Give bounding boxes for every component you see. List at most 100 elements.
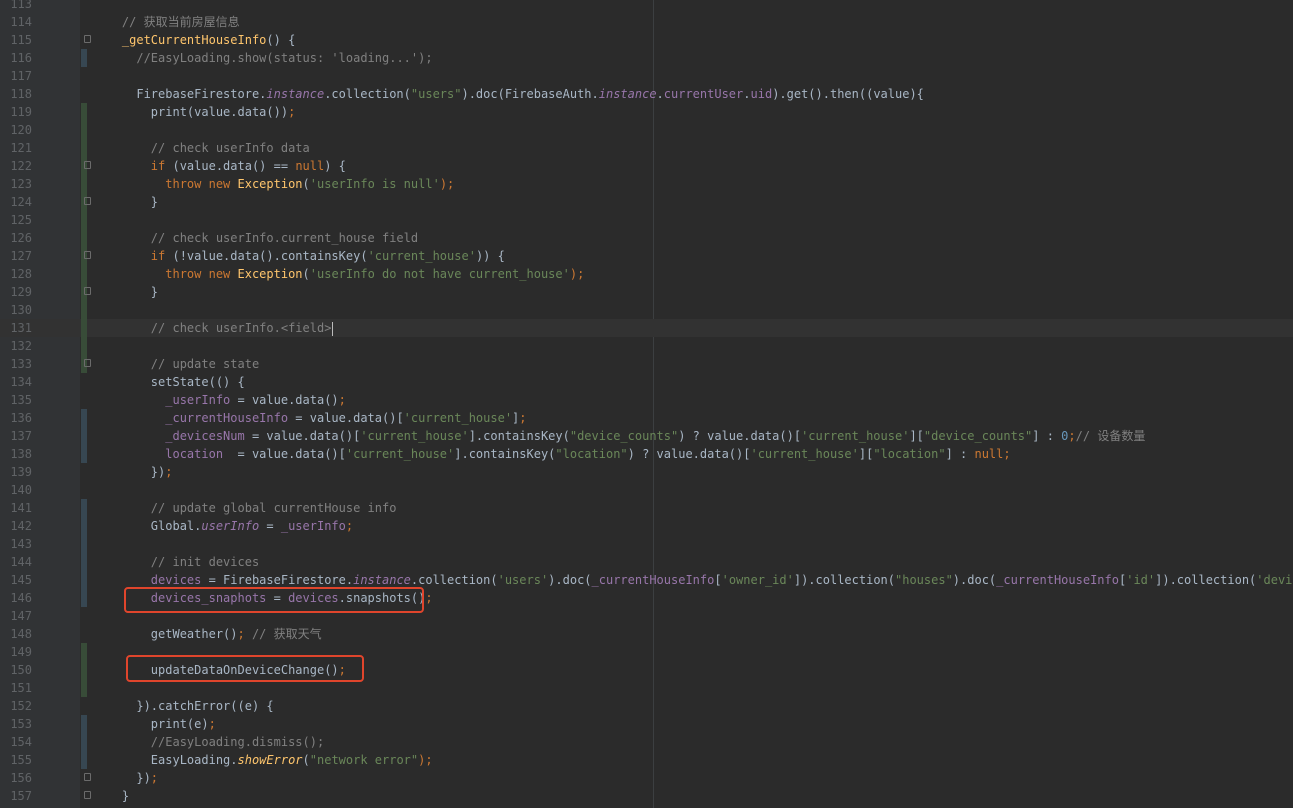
code-line-157[interactable]: 157 } [0,787,1293,805]
code-line-124[interactable]: 124 } [0,193,1293,211]
code-line-132[interactable]: 132 [0,337,1293,355]
line-number: 145 [10,573,32,587]
vcs-modified-marker[interactable] [81,499,87,517]
vcs-added-marker[interactable] [81,139,87,157]
vcs-modified-marker[interactable] [81,553,87,571]
code-line-115[interactable]: 115 _getCurrentHouseInfo() { [0,31,1293,49]
code-line-156[interactable]: 156 }); [0,769,1293,787]
code-line-117[interactable]: 117 [0,67,1293,85]
code-line-135[interactable]: 135 _userInfo = value.data(); [0,391,1293,409]
code-line-138[interactable]: 138 location = value.data()['current_hou… [0,445,1293,463]
code-token: "location" [555,447,628,461]
code-token: ].containsKey( [454,447,556,461]
vcs-added-marker[interactable] [81,661,87,679]
code-line-154[interactable]: 154 //EasyLoading.dismiss(); [0,733,1293,751]
fold-marker-icon[interactable] [84,791,91,799]
code-line-125[interactable]: 125 [0,211,1293,229]
vcs-modified-marker[interactable] [81,571,87,589]
highlight-box-devices-snapshots [124,587,424,613]
code-token: 'devices' [1256,573,1293,587]
fold-marker-icon[interactable] [84,197,91,205]
code-line-116[interactable]: 116 //EasyLoading.show(status: 'loading.… [0,49,1293,67]
vcs-modified-marker[interactable] [81,589,87,607]
vcs-modified-marker[interactable] [81,409,87,427]
code-line-123[interactable]: 123 throw new Exception('userInfo is nul… [0,175,1293,193]
vcs-added-marker[interactable] [81,319,87,337]
fold-marker-icon[interactable] [84,773,91,781]
fold-marker-icon[interactable] [84,287,91,295]
code-token: // 获取天气 [251,627,322,641]
fold-marker-icon[interactable] [84,359,91,367]
code-token: ; [1003,447,1011,461]
code-line-133[interactable]: 133 // update state [0,355,1293,373]
code-line-153[interactable]: 153 print(e); [0,715,1293,733]
code-text: _getCurrentHouseInfo() { [93,31,295,49]
vcs-modified-marker[interactable] [81,733,87,751]
vcs-modified-marker[interactable] [81,427,87,445]
code-line-122[interactable]: 122 if (value.data() == null) { [0,157,1293,175]
code-line-126[interactable]: 126 // check userInfo.current_house fiel… [0,229,1293,247]
code-line-142[interactable]: 142 Global.userInfo = _userInfo; [0,517,1293,535]
code-token: = value.data()[ [288,411,404,425]
code-line-127[interactable]: 127 if (!value.data().containsKey('curre… [0,247,1293,265]
code-line-129[interactable]: 129 } [0,283,1293,301]
code-line-131[interactable]: 131 // check userInfo.<field> [0,319,1293,337]
code-text: _userInfo = value.data(); [93,391,346,409]
code-line-155[interactable]: 155 EasyLoading.showError("network error… [0,751,1293,769]
code-line-134[interactable]: 134 setState(() { [0,373,1293,391]
vcs-modified-marker[interactable] [81,445,87,463]
vcs-modified-marker[interactable] [81,49,87,67]
vcs-modified-marker[interactable] [81,535,87,553]
line-number: 121 [10,141,32,155]
code-token: 'owner_id' [721,573,794,587]
code-text: _devicesNum = value.data()['current_hous… [93,427,1145,445]
code-line-130[interactable]: 130 [0,301,1293,319]
vcs-added-marker[interactable] [81,175,87,193]
line-number: 150 [10,663,32,677]
vcs-modified-marker[interactable] [81,751,87,769]
vcs-added-marker[interactable] [81,643,87,661]
vcs-added-marker[interactable] [81,211,87,229]
code-line-152[interactable]: 152 }).catchError((e) { [0,697,1293,715]
highlight-box-update-data [126,655,364,682]
code-line-144[interactable]: 144 // init devices [0,553,1293,571]
code-token: getWeather() [93,627,238,641]
vcs-added-marker[interactable] [81,337,87,355]
vcs-added-marker[interactable] [81,121,87,139]
code-line-141[interactable]: 141 // update global currentHouse info [0,499,1293,517]
vcs-modified-marker[interactable] [81,715,87,733]
code-line-121[interactable]: 121 // check userInfo data [0,139,1293,157]
code-token: throw new [165,177,238,191]
line-number: 148 [10,627,32,641]
code-text: // check userInfo data [93,139,310,157]
vcs-modified-marker[interactable] [81,517,87,535]
code-line-140[interactable]: 140 [0,481,1293,499]
fold-marker-icon[interactable] [84,251,91,259]
code-line-136[interactable]: 136 _currentHouseInfo = value.data()['cu… [0,409,1293,427]
vcs-added-marker[interactable] [81,229,87,247]
fold-marker-icon[interactable] [84,161,91,169]
code-token: ] : [1032,429,1062,443]
code-line-148[interactable]: 148 getWeather(); // 获取天气 [0,625,1293,643]
code-line-137[interactable]: 137 _devicesNum = value.data()['current_… [0,427,1293,445]
vcs-added-marker[interactable] [81,301,87,319]
code-line-143[interactable]: 143 [0,535,1293,553]
line-number: 124 [10,195,32,209]
code-line-114[interactable]: 114 // 获取当前房屋信息 [0,13,1293,31]
fold-marker-icon[interactable] [84,35,91,43]
vcs-added-marker[interactable] [81,679,87,697]
code-line-120[interactable]: 120 [0,121,1293,139]
code-line-119[interactable]: 119 print(value.data()); [0,103,1293,121]
code-line-128[interactable]: 128 throw new Exception('userInfo do not… [0,265,1293,283]
vcs-added-marker[interactable] [81,265,87,283]
code-line-113[interactable]: 113 [0,0,1293,13]
code-token: }) [93,465,166,479]
vcs-added-marker[interactable] [81,103,87,121]
code-text: // init devices [93,553,259,571]
code-line-139[interactable]: 139 }); [0,463,1293,481]
code-editor[interactable]: 113 114 // 获取当前房屋信息 115 _getCurrentHouseIn… [0,0,1293,808]
code-line-118[interactable]: 118 FirebaseFirestore.instance.collectio… [0,85,1293,103]
